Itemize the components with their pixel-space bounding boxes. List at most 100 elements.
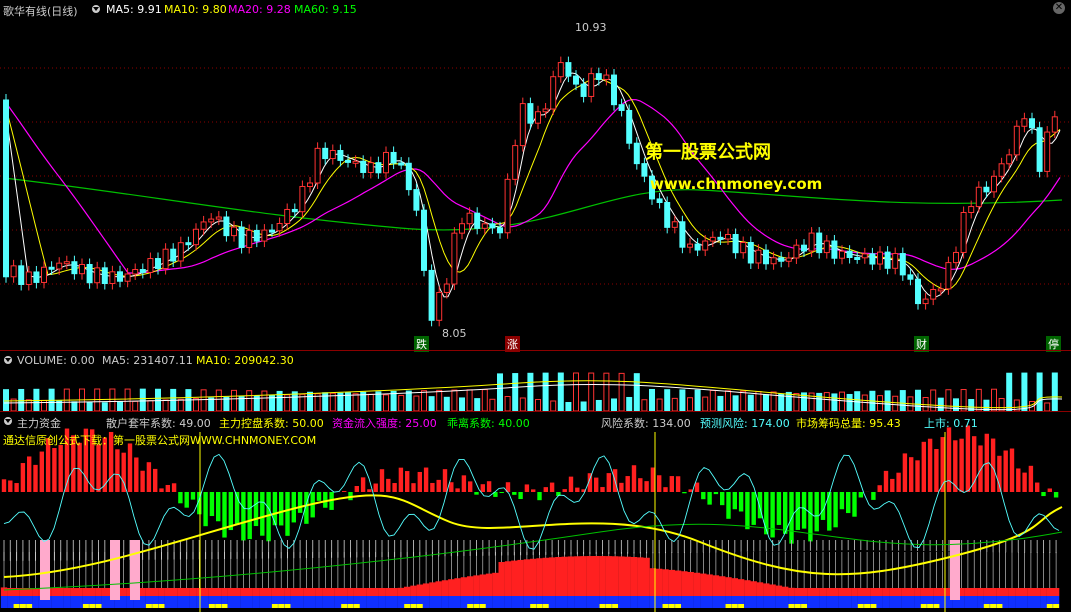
blue-block (971, 596, 978, 608)
flow-bar (184, 492, 189, 508)
red-block (278, 588, 285, 596)
price-panel[interactable]: 歌华有线(日线) MA5: 9.91 MA10: 9.80 MA20: 9.28… (0, 0, 1071, 352)
red-block (404, 586, 411, 596)
volume-bar (649, 388, 655, 411)
red-block (120, 588, 127, 596)
flow-bar (568, 476, 574, 492)
flow-bar (411, 483, 416, 492)
blue-block (889, 596, 896, 608)
red-block (322, 588, 329, 596)
volume-bar (291, 391, 298, 411)
red-block (422, 583, 430, 596)
red-block (145, 588, 153, 596)
blue-block (227, 596, 234, 608)
flow-bar (871, 492, 876, 500)
blue-block (32, 596, 39, 608)
red-block (95, 588, 102, 596)
candle-body (261, 229, 268, 242)
volume-bar (215, 389, 222, 411)
candle-body (755, 249, 762, 264)
blue-block (196, 596, 203, 608)
yellow-mark (284, 604, 291, 608)
blue-block (164, 596, 171, 608)
volume-bar (200, 389, 207, 411)
blue-block (391, 596, 398, 608)
red-block (851, 588, 858, 596)
flow-bar (153, 468, 158, 492)
red-block (101, 588, 108, 596)
yellow-mark (479, 604, 486, 608)
dropdown-icon[interactable] (4, 356, 12, 364)
volume-bar (322, 392, 329, 411)
blue-block (76, 596, 83, 608)
candle-body (94, 267, 101, 284)
candle-body (398, 162, 405, 166)
flow-bar (27, 456, 32, 492)
candle-body (489, 223, 496, 229)
red-block (233, 588, 241, 596)
volume-bar (611, 398, 617, 411)
flow-bar (518, 492, 523, 500)
red-block (385, 588, 392, 596)
yellow-mark (208, 604, 215, 608)
red-block (416, 584, 423, 596)
candle-body (846, 250, 853, 258)
yellow-mark (473, 604, 480, 608)
flow-bar (770, 492, 775, 538)
flow-bar (669, 476, 674, 492)
red-block (473, 575, 480, 596)
candle-body (459, 223, 465, 234)
red-block (964, 588, 972, 596)
candle-body (360, 160, 367, 173)
candle-body (801, 244, 807, 252)
volume-bar (588, 372, 595, 411)
volume-bar (823, 392, 830, 411)
candle-body (109, 271, 116, 285)
candlestick-chart[interactable] (0, 0, 1071, 350)
volume-bar (246, 390, 253, 411)
flow-bar (216, 492, 221, 522)
candle-body (915, 278, 921, 305)
red-block (637, 557, 644, 596)
candle-body (1006, 154, 1013, 165)
red-block (889, 588, 896, 596)
volume-ma10: MA10: 209042.30 (196, 354, 294, 367)
blue-block (315, 596, 323, 608)
blue-block (813, 596, 820, 608)
flow-bar (316, 492, 322, 501)
dropdown-icon[interactable] (92, 5, 100, 13)
volume-bar (383, 394, 389, 411)
yellow-mark (1046, 604, 1053, 608)
volume-bar (831, 393, 838, 411)
dropdown-icon[interactable] (4, 417, 12, 425)
blue-block (908, 596, 915, 608)
candle-body (930, 289, 937, 300)
blue-block (233, 596, 241, 608)
indicator-panel[interactable]: 主力资金 散户套牢系数: 49.00 主力控盘系数: 50.00 资金流入强度:… (0, 412, 1071, 612)
candle-body (284, 208, 291, 225)
red-block (769, 584, 776, 596)
yellow-mark (95, 604, 102, 608)
indicator-name: 主力资金 (17, 417, 61, 430)
flow-bar (52, 448, 57, 492)
candle-body (231, 226, 237, 237)
close-icon[interactable]: ✕ (1053, 2, 1065, 14)
ma20-label: MA20: 9.28 (228, 3, 291, 16)
volume-bar (139, 388, 146, 411)
red-block (410, 585, 417, 596)
candle-body (1051, 116, 1058, 133)
red-block (378, 588, 386, 596)
candle-body (329, 150, 336, 160)
volume-bar (709, 389, 716, 411)
volume-ma5: MA5: 231407.11 (102, 354, 193, 367)
volume-panel[interactable]: VOLUME: 0.00 MA5: 231407.11 MA10: 209042… (0, 351, 1071, 411)
candle-body (960, 211, 967, 253)
candle-body (725, 234, 731, 240)
blue-block (700, 596, 707, 608)
flow-bar (190, 492, 196, 500)
red-block (202, 588, 209, 596)
red-block (183, 588, 190, 596)
candle-body (48, 266, 55, 270)
flow-bar (171, 483, 177, 492)
blue-block (485, 596, 493, 608)
